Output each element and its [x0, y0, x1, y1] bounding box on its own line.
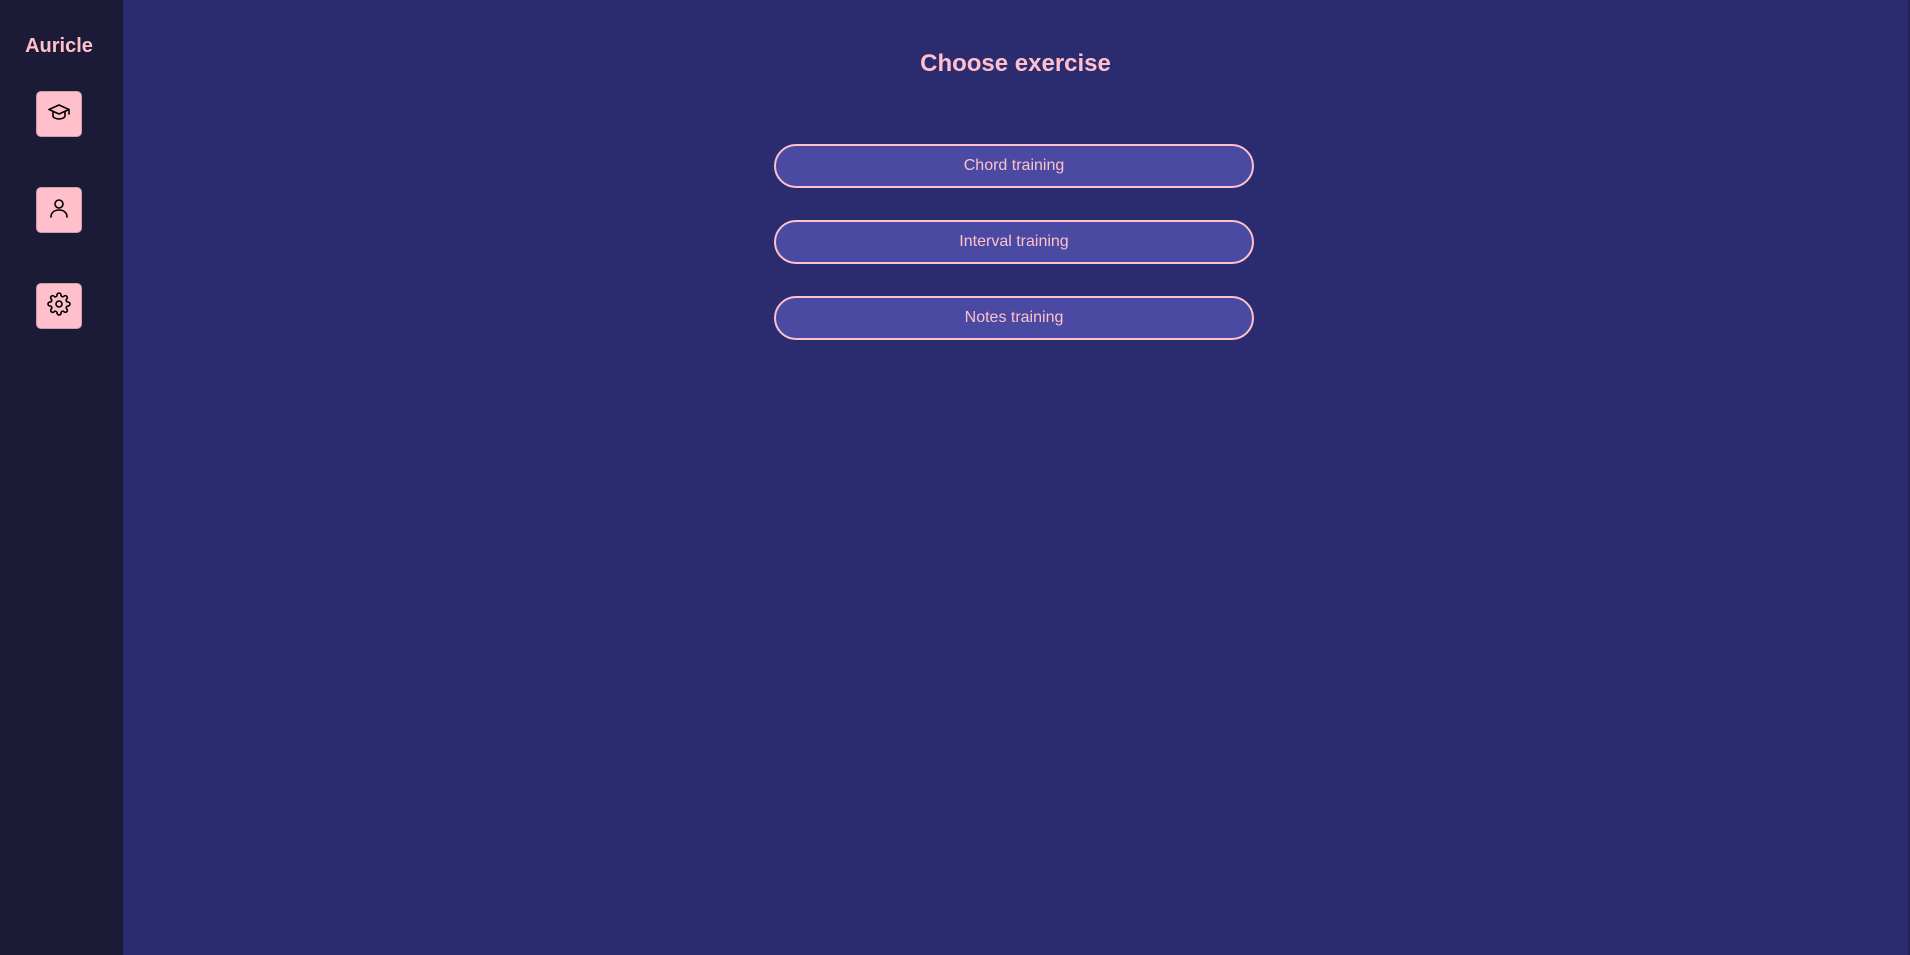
chord-training-button[interactable]: Chord training — [774, 144, 1254, 188]
gear-icon — [47, 291, 71, 321]
page-title: Choose exercise — [920, 50, 1111, 77]
sidebar: Auricle — [0, 0, 123, 955]
sidebar-item-profile[interactable] — [36, 187, 82, 233]
main-content: Choose exercise Chord training Interval … — [123, 0, 1910, 955]
user-icon — [47, 196, 71, 225]
notes-training-button[interactable]: Notes training — [774, 296, 1254, 340]
graduation-cap-icon — [47, 100, 71, 129]
brand-logo[interactable]: Auricle — [25, 34, 93, 58]
exercise-list: Chord training Interval training Notes t… — [774, 144, 1254, 340]
interval-training-button[interactable]: Interval training — [774, 220, 1254, 264]
sidebar-item-learn[interactable] — [36, 91, 82, 137]
sidebar-item-settings[interactable] — [36, 283, 82, 329]
